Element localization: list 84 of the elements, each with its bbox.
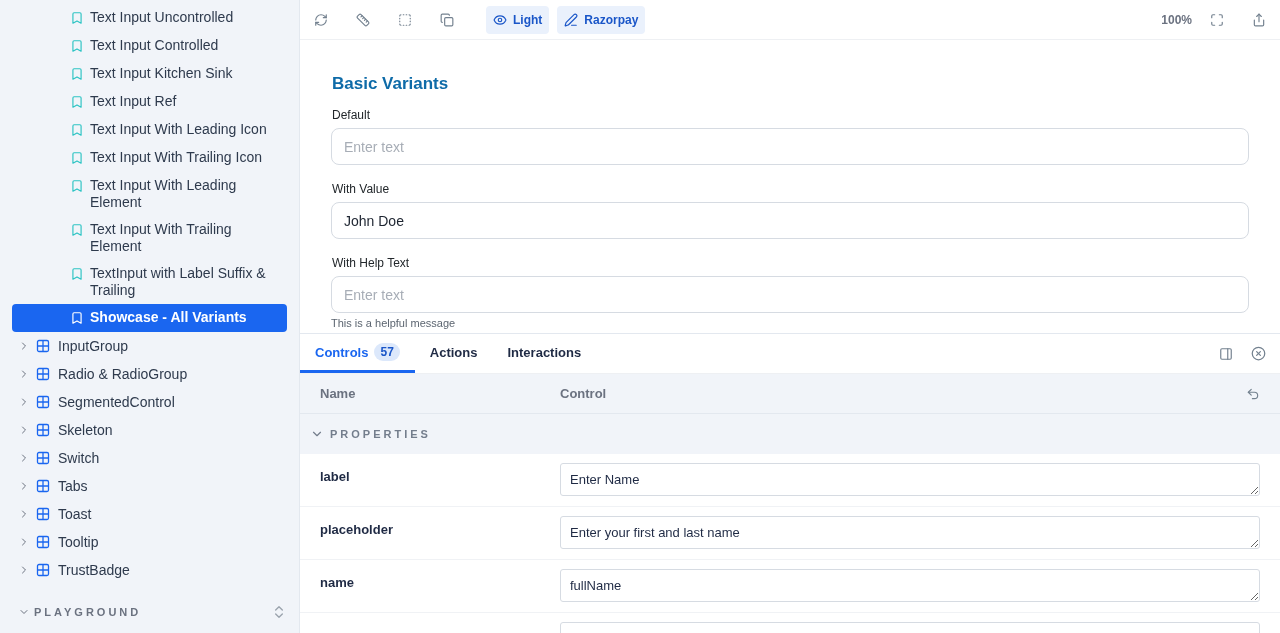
properties-header[interactable]: PROPERTIES bbox=[300, 414, 1280, 454]
component-label: Toast bbox=[58, 506, 92, 522]
panel-toggle-icon[interactable] bbox=[1219, 346, 1233, 361]
component-label: InputGroup bbox=[58, 338, 129, 354]
story-item[interactable]: TextInput with Label Suffix & Trailing bbox=[12, 260, 287, 304]
control-field[interactable]: fullName bbox=[560, 569, 1260, 602]
eye-icon bbox=[493, 12, 507, 27]
story-item[interactable]: Text Input Controlled bbox=[12, 32, 287, 60]
component-item[interactable]: Tabs bbox=[12, 472, 287, 500]
bookmark-icon bbox=[70, 67, 84, 81]
grid-icon bbox=[36, 423, 50, 437]
story-item[interactable]: Text Input Uncontrolled bbox=[12, 4, 287, 32]
toolbar-button[interactable]: Razorpay bbox=[557, 5, 646, 34]
column-header: Name bbox=[320, 386, 357, 401]
field-label: Default bbox=[332, 108, 372, 122]
control-field[interactable]: Enter Name bbox=[560, 463, 1260, 496]
component-item[interactable]: InputGroup bbox=[12, 332, 287, 360]
control-field[interactable]: Enter your first and last name bbox=[560, 516, 1260, 549]
story-item[interactable]: Text Input Kitchen Sink bbox=[12, 60, 287, 88]
text-input[interactable]: John Doe bbox=[331, 202, 1249, 239]
bookmark-icon bbox=[70, 223, 84, 237]
fullscreen-icon[interactable] bbox=[1210, 12, 1224, 27]
text-input[interactable]: Enter text bbox=[331, 276, 1249, 313]
story-item[interactable]: Showcase - All Variants bbox=[12, 304, 287, 332]
zoom-level: 100% bbox=[1161, 12, 1192, 27]
story-item[interactable]: Text Input With Leading Element bbox=[12, 172, 287, 216]
reload-icon[interactable] bbox=[314, 12, 328, 27]
properties-title: PROPERTIES bbox=[330, 428, 431, 440]
grid-icon bbox=[36, 395, 50, 409]
component-item[interactable]: SegmentedControl bbox=[12, 388, 287, 416]
story-item[interactable]: Text Input With Trailing Element bbox=[12, 216, 287, 260]
component-label: Tooltip bbox=[58, 534, 99, 550]
component-label: TrustBadge bbox=[58, 562, 130, 578]
component-item[interactable]: Tooltip bbox=[12, 528, 287, 556]
section-heading: Basic Variants bbox=[332, 74, 450, 94]
bookmark-icon bbox=[70, 123, 84, 137]
component-item[interactable]: Toast bbox=[12, 500, 287, 528]
component-label: SegmentedControl bbox=[58, 394, 175, 410]
ruler-icon[interactable] bbox=[356, 12, 370, 27]
component-item[interactable]: Switch bbox=[12, 444, 287, 472]
grid-icon bbox=[36, 507, 50, 521]
bookmark-icon bbox=[70, 267, 84, 281]
component-item[interactable]: Skeleton bbox=[12, 416, 287, 444]
grid-icon bbox=[36, 563, 50, 577]
bookmark-icon bbox=[70, 95, 84, 109]
grid-icon bbox=[36, 535, 50, 549]
count-badge: 57 bbox=[374, 343, 400, 361]
story-item[interactable]: Text Input With Leading Icon bbox=[12, 116, 287, 144]
component-label: Skeleton bbox=[58, 422, 113, 438]
grid-icon bbox=[36, 367, 50, 381]
field-label: With Value bbox=[332, 182, 391, 196]
bookmark-icon bbox=[70, 151, 84, 165]
grid-icon bbox=[36, 479, 50, 493]
dashed-square-icon[interactable] bbox=[398, 12, 412, 27]
component-label: Tabs bbox=[58, 478, 88, 494]
bookmark-icon bbox=[70, 311, 84, 325]
column-header: Control bbox=[560, 386, 607, 401]
grid-icon bbox=[36, 339, 50, 353]
bookmark-icon bbox=[70, 179, 84, 193]
text-input[interactable]: Enter text bbox=[331, 128, 1249, 165]
component-label: Switch bbox=[58, 450, 100, 466]
grid-icon bbox=[36, 451, 50, 465]
panel-tab[interactable]: Interactions bbox=[492, 334, 597, 373]
story-item[interactable]: Text Input With Trailing Icon bbox=[12, 144, 287, 172]
component-item[interactable]: Radio & RadioGroup bbox=[12, 360, 287, 388]
bookmark-icon bbox=[70, 11, 84, 25]
toolbar-button[interactable]: Light bbox=[486, 5, 550, 34]
help-text: This is a helpful message bbox=[331, 317, 457, 329]
story-item[interactable]: Text Input Ref bbox=[12, 88, 287, 116]
component-item[interactable]: TrustBadge bbox=[12, 556, 287, 584]
copy-icon[interactable] bbox=[440, 12, 454, 27]
bookmark-icon bbox=[70, 39, 84, 53]
property-name: label bbox=[320, 468, 351, 486]
property-name: name bbox=[320, 574, 355, 592]
section-title: PLAYGROUND bbox=[34, 606, 142, 618]
undo-icon[interactable] bbox=[1246, 386, 1260, 401]
component-label: Radio & RadioGroup bbox=[58, 366, 188, 382]
panel-tab[interactable]: Actions bbox=[414, 334, 493, 373]
share-icon[interactable] bbox=[1252, 12, 1266, 27]
property-name: placeholder bbox=[320, 521, 394, 539]
field-label: With Help Text bbox=[332, 256, 411, 270]
pen-icon bbox=[564, 12, 579, 27]
section-header[interactable]: PLAYGROUND bbox=[12, 600, 287, 624]
close-icon[interactable] bbox=[1251, 346, 1266, 361]
